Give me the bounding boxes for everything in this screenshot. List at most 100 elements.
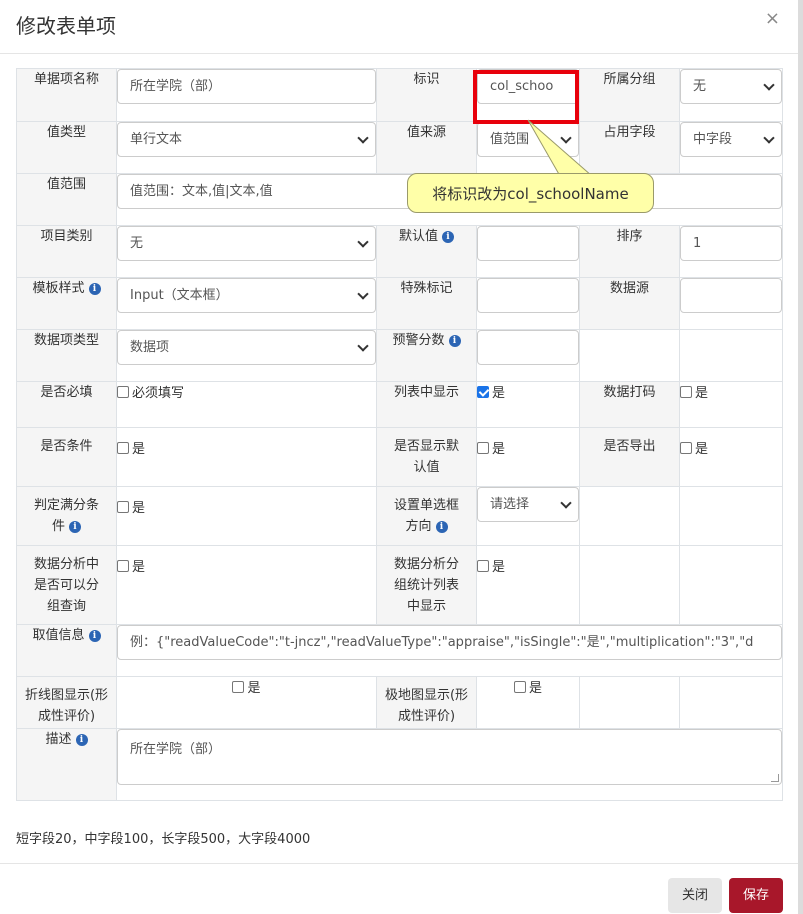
special-mark-input[interactable] <box>477 278 579 313</box>
radio-direction-label: 设置单选框方向 i <box>376 486 477 546</box>
full-score-label-text: 判定满分条件 <box>33 498 99 534</box>
read-value-input[interactable]: 例：{"readValueCode":"t-jncz","readValueTy… <box>117 625 782 660</box>
value-source-label: 值来源 <box>376 121 477 174</box>
info-icon[interactable]: i <box>442 231 454 243</box>
data-mask-checkbox-label: 是 <box>695 386 709 401</box>
value-type-label: 值类型 <box>16 121 117 174</box>
empty-cell <box>679 676 783 729</box>
group-label: 所属分组 <box>579 68 680 122</box>
resize-grip-icon[interactable] <box>771 774 779 782</box>
name-input[interactable]: 所在学院（部） <box>117 69 376 104</box>
show-default-checkbox[interactable] <box>477 442 489 454</box>
export-checkbox[interactable] <box>680 442 692 454</box>
modal-header: 修改表单项 × <box>0 0 798 54</box>
group-stats-checkbox[interactable] <box>477 560 489 572</box>
warning-score-input[interactable] <box>477 330 579 365</box>
polar-chart-checkbox-label: 是 <box>528 681 542 696</box>
chevron-down-icon <box>357 236 369 248</box>
special-mark-label: 特殊标记 <box>376 277 477 330</box>
show-default-checkbox-label: 是 <box>492 442 506 457</box>
key-input[interactable]: col_schoo <box>477 69 579 104</box>
condition-checkbox[interactable] <box>117 442 129 454</box>
radio-direction-label-text: 设置单选框方向 <box>393 498 459 534</box>
info-icon[interactable]: i <box>69 521 81 533</box>
save-button[interactable]: 保存 <box>729 878 783 913</box>
value-type-select[interactable]: 单行文本 <box>117 122 376 157</box>
chevron-down-icon <box>560 132 572 144</box>
empty-cell <box>679 486 783 546</box>
edit-form-item-modal: 修改表单项 × 单据项名称 所在学院（部） 标识 col_schoo 所属分组 … <box>0 0 798 914</box>
template-label-text: 模板样式 <box>32 281 85 296</box>
full-score-checkbox-label: 是 <box>132 501 146 516</box>
template-select[interactable]: Input（文本框） <box>117 278 376 313</box>
export-checkbox-label: 是 <box>695 442 709 457</box>
empty-cell <box>579 329 680 382</box>
group-query-checkbox[interactable] <box>117 560 129 572</box>
chevron-down-icon <box>763 79 775 91</box>
line-chart-checkbox[interactable] <box>232 681 245 693</box>
required-label: 是否必填 <box>16 381 117 428</box>
condition-label: 是否条件 <box>16 427 117 487</box>
polar-chart-checkbox[interactable] <box>513 681 526 693</box>
chevron-down-icon <box>357 340 369 352</box>
radio-direction-select[interactable]: 请选择 <box>477 487 579 522</box>
empty-cell <box>679 329 783 382</box>
item-type-select[interactable]: 数据项 <box>117 330 376 365</box>
info-icon[interactable]: i <box>448 335 461 347</box>
category-label: 项目类别 <box>16 225 117 278</box>
field-size-label: 占用字段 <box>579 121 680 174</box>
field-size-note: 短字段20，中字段100，长字段500，大字段4000 <box>16 832 311 847</box>
group-select[interactable]: 无 <box>680 69 782 104</box>
list-display-checkbox-label: 是 <box>492 386 506 401</box>
required-checkbox[interactable] <box>117 386 129 398</box>
item-type-label: 数据项类型 <box>16 329 117 382</box>
footer-divider <box>0 863 798 864</box>
modal-title: 修改表单项 <box>16 14 116 38</box>
description-label: 描述 i <box>16 728 117 801</box>
annotation-tooltip: 将标识改为col_schoolName <box>407 173 654 213</box>
list-display-checkbox[interactable] <box>477 386 489 398</box>
group-stats-label: 数据分析分组统计列表中显示 <box>376 545 477 625</box>
full-score-checkbox[interactable] <box>117 501 129 513</box>
datasource-input[interactable] <box>680 278 782 313</box>
condition-checkbox-label: 是 <box>132 442 146 457</box>
show-default-label: 是否显示默认值 <box>376 427 477 487</box>
category-value: 无 <box>130 236 144 251</box>
list-display-label: 列表中显示 <box>376 381 477 428</box>
chevron-down-icon <box>560 497 572 509</box>
description-textarea[interactable]: 所在学院（部） <box>117 729 782 785</box>
value-type-value: 单行文本 <box>130 132 183 147</box>
description-label-text: 描述 <box>45 732 72 747</box>
data-mask-checkbox[interactable] <box>680 386 692 398</box>
line-chart-label: 折线图显示(形成性评价) <box>16 676 117 729</box>
radio-direction-value: 请选择 <box>490 497 530 512</box>
template-label: 模板样式 i <box>16 277 117 330</box>
default-value-input[interactable] <box>477 226 579 261</box>
close-button[interactable]: 关闭 <box>668 878 722 913</box>
read-value-label-text: 取值信息 <box>32 628 85 643</box>
sort-label: 排序 <box>579 225 680 278</box>
sort-input[interactable]: 1 <box>680 226 782 261</box>
required-checkbox-label: 必须填写 <box>132 386 185 401</box>
info-icon[interactable]: i <box>88 630 101 642</box>
background-strip <box>798 0 803 914</box>
close-icon[interactable]: × <box>765 8 780 29</box>
info-icon[interactable]: i <box>88 283 101 295</box>
value-source-select[interactable]: 值范围 <box>477 122 579 157</box>
default-value-label-text: 默认值 <box>398 229 438 244</box>
empty-cell <box>579 486 680 546</box>
field-size-select[interactable]: 中字段 <box>680 122 782 157</box>
group-query-checkbox-label: 是 <box>132 560 146 575</box>
warning-score-label: 预警分数 i <box>376 329 477 382</box>
warning-score-label-text: 预警分数 <box>392 333 445 348</box>
form-table: 单据项名称 所在学院（部） 标识 col_schoo 所属分组 无 值类型 单行… <box>16 68 783 801</box>
category-select[interactable]: 无 <box>117 226 376 261</box>
info-icon[interactable]: i <box>435 521 448 533</box>
group-select-value: 无 <box>693 79 707 94</box>
group-stats-checkbox-label: 是 <box>492 560 506 575</box>
polar-chart-label: 极地图显示(形成性评价) <box>376 676 477 729</box>
empty-cell <box>579 545 680 625</box>
empty-cell <box>679 545 783 625</box>
info-icon[interactable]: i <box>75 734 88 746</box>
line-chart-checkbox-label: 是 <box>247 681 261 696</box>
